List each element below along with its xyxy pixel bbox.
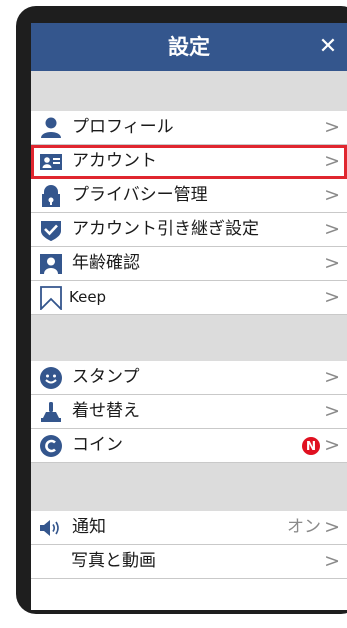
menu-item-notifications[interactable]: 通知 オン > [31, 511, 347, 545]
chevron-right-icon: > [324, 184, 340, 206]
checkmark-shield-icon [39, 218, 63, 242]
menu-item-stickers[interactable]: スタンプ > [31, 361, 347, 395]
chevron-right-icon: > [324, 516, 340, 538]
section-gap [31, 315, 347, 361]
menu-item-label: 通知 [72, 517, 106, 537]
chevron-right-icon: > [324, 252, 340, 274]
menu-item-label: アカウント [72, 151, 157, 171]
menu-item-photos-videos[interactable]: 写真と動画 > [31, 545, 347, 579]
settings-screen: 設定 ✕ プロフィール > アカウント > プライバシー管理 > アカウント引き… [31, 23, 347, 610]
menu-item-label: Keep [69, 288, 107, 306]
chevron-right-icon: > [324, 218, 340, 240]
chevron-right-icon: > [324, 116, 340, 138]
bookmark-icon [39, 286, 63, 310]
chevron-right-icon: > [324, 286, 340, 308]
menu-item-label: プロフィール [72, 117, 174, 137]
brush-icon [39, 400, 63, 424]
status-text: オン [287, 517, 321, 537]
menu-item-label: 写真と動画 [71, 551, 156, 571]
menu-item-label: スタンプ [72, 367, 140, 387]
menu-item-privacy[interactable]: プライバシー管理 > [31, 179, 347, 213]
menu-item-label: アカウント引き継ぎ設定 [72, 219, 259, 239]
speaker-icon [39, 516, 63, 540]
menu-item-label: コイン [72, 435, 123, 455]
portrait-icon [39, 252, 63, 276]
close-button[interactable]: ✕ [313, 23, 343, 71]
menu-item-coins[interactable]: コイン N > [31, 429, 347, 463]
menu-item-label: 年齢確認 [72, 253, 140, 273]
chevron-right-icon: > [324, 366, 340, 388]
chevron-right-icon: > [324, 150, 340, 172]
menu-item-age-verification[interactable]: 年齢確認 > [31, 247, 347, 281]
chevron-right-icon: > [324, 550, 340, 572]
menu-item-label: プライバシー管理 [72, 185, 208, 205]
id-card-icon [39, 150, 63, 174]
menu-item-themes[interactable]: 着せ替え > [31, 395, 347, 429]
chevron-right-icon: > [324, 434, 340, 456]
chevron-right-icon: > [324, 400, 340, 422]
coin-icon [39, 434, 63, 458]
section-gap [31, 71, 347, 111]
section-gap [31, 463, 347, 511]
menu-item-account[interactable]: アカウント > [31, 145, 347, 179]
menu-item-keep[interactable]: Keep > [31, 281, 347, 315]
menu-item-profile[interactable]: プロフィール > [31, 111, 347, 145]
menu-item-label: 着せ替え [72, 401, 140, 421]
smiley-icon [39, 366, 63, 390]
lock-icon [39, 184, 63, 208]
new-badge: N [302, 437, 320, 455]
header-bar: 設定 ✕ [31, 23, 347, 71]
person-icon [39, 116, 63, 140]
menu-item-account-transfer[interactable]: アカウント引き継ぎ設定 > [31, 213, 347, 247]
page-title: 設定 [168, 35, 210, 59]
